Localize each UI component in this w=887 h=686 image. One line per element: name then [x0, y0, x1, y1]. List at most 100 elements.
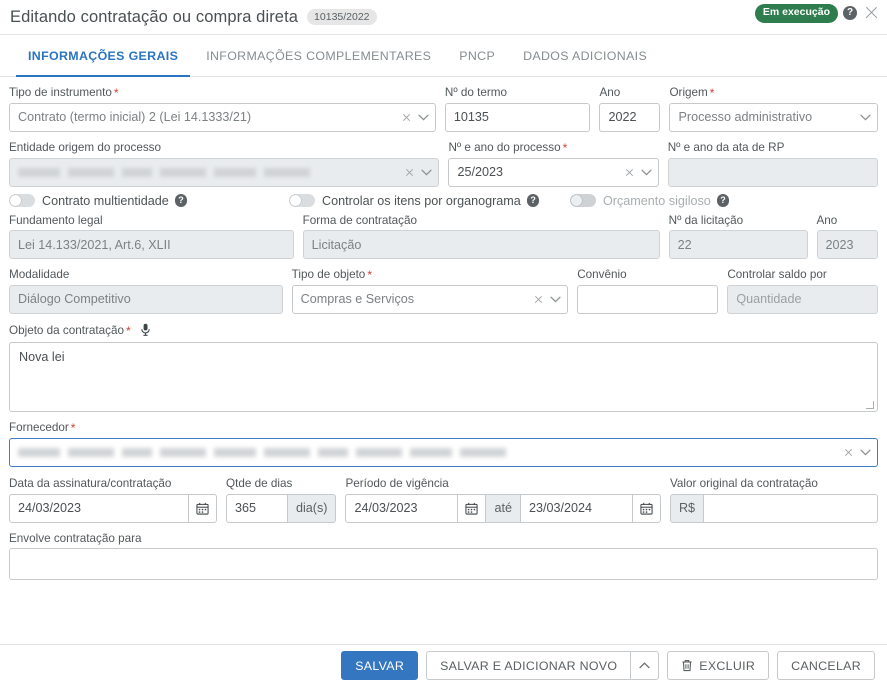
cancel-label: CANCELAR	[791, 658, 861, 673]
field-fornecedor: Fornecedor *	[9, 421, 878, 468]
input-fundamento-legal: Lei 14.133/2021, Art.6, XLII	[9, 230, 294, 260]
redacted-value	[18, 448, 508, 458]
clear-icon[interactable]	[534, 295, 543, 304]
tab-label: INFORMAÇÕES GERAIS	[28, 48, 179, 63]
switch-track[interactable]	[289, 194, 315, 208]
chevron-down-icon[interactable]	[418, 114, 429, 121]
calendar-icon[interactable]	[458, 493, 487, 523]
tab-pncp[interactable]: PNCP	[445, 35, 509, 76]
input-modalidade: Diálogo Competitivo	[9, 284, 283, 314]
edit-contract-dialog: Editando contratação ou compra direta 10…	[0, 0, 887, 686]
qtde-dias-input[interactable]: 365	[226, 493, 288, 523]
input-value: Diálogo Competitivo	[18, 292, 131, 307]
toggle-orcamento-sigiloso: Orçamento sigiloso ?	[570, 194, 730, 208]
chevron-down-icon[interactable]	[860, 449, 871, 456]
help-circle-icon[interactable]: ?	[843, 6, 857, 21]
toggle-label: Controlar os itens por organograma	[322, 193, 521, 208]
label-fundamento-legal: Fundamento legal	[9, 213, 103, 227]
select-tipo-objeto[interactable]: Compras e Serviços	[291, 284, 569, 314]
save-button[interactable]: SALVAR	[341, 651, 419, 680]
field-modalidade: Modalidade Diálogo Competitivo	[9, 268, 283, 314]
textarea-objeto-contratacao[interactable]: Nova lei	[9, 342, 878, 413]
range-start-input[interactable]: 24/03/2023	[345, 493, 459, 523]
input-forma-contratacao: Licitação	[302, 230, 660, 260]
input-convenio[interactable]	[577, 284, 719, 314]
input-controlar-saldo-por: Quantidade	[727, 284, 878, 314]
tab-dados-adicionais[interactable]: DADOS ADICIONAIS	[509, 35, 661, 76]
range-end-input[interactable]: 23/03/2024	[520, 493, 633, 523]
clear-icon[interactable]	[844, 448, 853, 457]
clear-icon[interactable]	[402, 113, 411, 122]
label-ano-licitacao: Ano	[816, 213, 838, 227]
field-tipo-objeto: Tipo de objeto * Compras e Serviços	[291, 268, 569, 314]
input-value: Licitação	[311, 237, 362, 252]
form-row-envolve: Envolve contratação para	[9, 532, 878, 580]
textarea-value: Nova lei	[19, 350, 65, 365]
input-ano-licitacao: 2023	[816, 230, 878, 260]
save-add-new-button[interactable]: SALVAR E ADICIONAR NOVO	[426, 651, 631, 680]
datepicker-data-assinatura: 24/03/2023	[9, 493, 218, 523]
label-text: Objeto da contratação	[9, 323, 125, 337]
form-row-2: Entidade origem do processo Nº e ano do …	[9, 141, 878, 187]
field-convenio: Convênio	[577, 268, 719, 314]
chevron-down-icon[interactable]	[421, 169, 433, 176]
label-numero-licitacao: Nº da licitação	[668, 213, 744, 227]
dialog-footer: SALVAR SALVAR E ADICIONAR NOVO EXCLUIR C…	[0, 644, 887, 686]
chevron-down-icon[interactable]	[641, 169, 652, 176]
form-row-3: Fundamento legal Lei 14.133/2021, Art.6,…	[9, 213, 878, 260]
date-value: 24/03/2023	[18, 501, 82, 516]
microphone-icon[interactable]	[140, 323, 151, 339]
field-valor-original: Valor original da contratação R$	[669, 477, 878, 523]
field-forma-contratacao: Forma de contratação Licitação	[302, 214, 660, 260]
label-ano-termo: Ano	[599, 86, 621, 100]
tab-label: DADOS ADICIONAIS	[523, 48, 648, 63]
label-controlar-saldo-por: Controlar saldo por	[727, 268, 827, 282]
select-adornments	[534, 286, 561, 313]
valor-original-input[interactable]	[704, 493, 878, 523]
toggle-row: Contrato multientidade ? Controlar os it…	[9, 194, 878, 208]
switch-track[interactable]	[9, 194, 35, 208]
switch-track	[570, 194, 596, 208]
field-ano-licitacao: Ano 2023	[816, 213, 878, 260]
tab-informacoes-complementares[interactable]: INFORMAÇÕES COMPLEMENTARES	[192, 35, 445, 76]
input-qtde-dias: 365 dia(s)	[226, 493, 337, 523]
select-fornecedor[interactable]	[9, 438, 878, 468]
date-input[interactable]: 24/03/2023	[9, 493, 190, 523]
input-ano-termo[interactable]: 2022	[599, 102, 661, 132]
clear-icon[interactable]	[625, 168, 634, 177]
toggle-controlar-itens-organograma[interactable]: Controlar os itens por organograma ?	[289, 194, 570, 208]
suffix-label: dia(s)	[295, 501, 328, 516]
chevron-down-icon[interactable]	[860, 114, 871, 121]
select-entidade-origem[interactable]	[9, 157, 440, 187]
input-numero-termo[interactable]: 10135	[444, 102, 591, 132]
toggle-contrato-multientidade[interactable]: Contrato multientidade ?	[9, 194, 289, 208]
required-asterisk: *	[126, 323, 131, 338]
input-value: 2022	[608, 110, 637, 125]
field-envolve-contratacao-para: Envolve contratação para	[9, 532, 878, 580]
chevron-up-icon[interactable]	[630, 651, 660, 680]
trash-icon	[681, 659, 693, 672]
resize-handle[interactable]	[866, 401, 874, 410]
qtde-dias-value: 365	[235, 501, 257, 516]
clear-icon[interactable]	[405, 168, 414, 177]
page-title: Editando contratação ou compra direta	[10, 7, 299, 26]
help-circle-icon[interactable]: ?	[174, 194, 188, 207]
label-text: Tipo de instrumento	[9, 86, 112, 99]
close-icon[interactable]	[863, 5, 879, 21]
chevron-down-icon[interactable]	[550, 296, 561, 303]
help-circle-icon[interactable]: ?	[526, 194, 540, 207]
calendar-icon[interactable]	[189, 493, 218, 523]
tab-informacoes-gerais[interactable]: INFORMAÇÕES GERAIS	[14, 35, 192, 77]
select-tipo-instrumento[interactable]: Contrato (termo inicial) 2 (Lei 14.1333/…	[9, 102, 436, 132]
help-circle-icon[interactable]: ?	[716, 194, 730, 207]
input-envolve-contratacao-para[interactable]	[9, 548, 878, 580]
dialog-titlebar: Editando contratação ou compra direta 10…	[0, 0, 887, 34]
range-end-value: 23/03/2024	[528, 501, 592, 516]
input-value: 22	[677, 237, 692, 252]
daterange-periodo-vigencia: 24/03/2023 até 23/03/2024	[345, 493, 661, 523]
calendar-icon[interactable]	[632, 493, 661, 523]
select-origem[interactable]: Processo administrativo	[669, 102, 878, 132]
delete-button[interactable]: EXCLUIR	[667, 651, 770, 680]
select-numero-ano-processo[interactable]: 25/2023	[448, 157, 659, 187]
cancel-button[interactable]: CANCELAR	[777, 651, 875, 680]
